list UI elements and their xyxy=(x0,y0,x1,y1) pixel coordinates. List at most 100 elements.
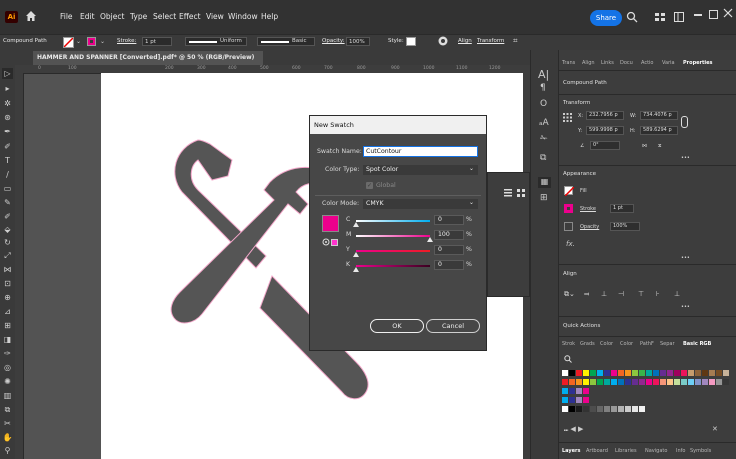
swatch[interactable] xyxy=(632,370,638,376)
fill-swatch[interactable] xyxy=(564,186,574,196)
swatch[interactable] xyxy=(597,370,603,376)
tab-variables[interactable]: Varia xyxy=(662,60,675,66)
paragraph-panel-icon[interactable]: ¶ xyxy=(540,83,546,93)
swatch[interactable] xyxy=(660,379,666,385)
yellow-input[interactable]: 0 xyxy=(434,245,464,255)
swatch[interactable] xyxy=(646,370,652,376)
brushes-panel-icon[interactable]: ✁ xyxy=(540,134,548,144)
recolor-icon[interactable] xyxy=(438,36,448,46)
swatch[interactable] xyxy=(562,370,568,376)
y-input[interactable]: 599.9998 p xyxy=(586,126,624,135)
pen-tool-icon[interactable]: ✒ xyxy=(2,126,13,137)
align-link[interactable]: Align xyxy=(458,38,472,44)
swatch[interactable] xyxy=(583,397,589,403)
cyan-slider-track[interactable] xyxy=(356,220,430,222)
artboard-tool-icon[interactable]: ⧉ xyxy=(2,404,13,415)
more-options-icon[interactable]: ••• xyxy=(681,304,690,310)
swatches-panel-icon[interactable]: ▦ xyxy=(538,177,551,188)
swatch[interactable] xyxy=(562,388,568,394)
more-options-icon[interactable]: ••• xyxy=(681,255,690,261)
swatch[interactable] xyxy=(569,406,575,412)
swatch[interactable] xyxy=(562,397,568,403)
swatch[interactable] xyxy=(576,370,582,376)
stroke-weight-field[interactable]: 1 pt xyxy=(142,37,172,46)
tab-transform[interactable]: Trans xyxy=(562,60,575,66)
flip-horizontal-icon[interactable]: ⋈ xyxy=(642,143,647,149)
menu-object[interactable]: Object xyxy=(100,12,124,21)
tab-layers[interactable]: Layers xyxy=(562,448,581,454)
tab-align[interactable]: Align xyxy=(582,60,595,66)
swatch[interactable] xyxy=(653,379,659,385)
swatch[interactable] xyxy=(653,370,659,376)
x-input[interactable]: 232.7956 p xyxy=(586,111,624,120)
w-input[interactable]: 734.4076 p xyxy=(640,111,678,120)
opacity-label[interactable]: Opacity: xyxy=(322,38,345,44)
swatch[interactable] xyxy=(583,406,589,412)
shaper-tool-icon[interactable]: ✐ xyxy=(2,211,13,222)
stroke-weight-input[interactable]: 1 pt xyxy=(610,204,634,213)
scale-tool-icon[interactable]: ⤢ xyxy=(2,250,13,261)
tab-symbols[interactable]: Symbols xyxy=(690,448,711,454)
opacity-field[interactable]: 100% xyxy=(346,37,370,46)
swatch[interactable] xyxy=(583,379,589,385)
swatch[interactable] xyxy=(597,406,603,412)
tab-pathfinder[interactable]: PathF xyxy=(640,341,654,347)
glyphs-panel-icon[interactable]: ₐA xyxy=(539,118,549,128)
menu-help[interactable]: Help xyxy=(261,12,278,21)
align-left-icon[interactable]: ⫤ xyxy=(584,290,589,299)
lasso-icon[interactable]: ⊛ xyxy=(2,112,13,123)
swatch[interactable] xyxy=(576,406,582,412)
opentype-panel-icon[interactable]: O xyxy=(540,99,547,109)
tab-color[interactable]: Color xyxy=(600,341,613,347)
isolate-icon[interactable]: ⌗ xyxy=(513,36,518,46)
tab-color-guide[interactable]: Color xyxy=(620,341,633,347)
align-to-icon[interactable]: ⧉⌄ xyxy=(564,290,575,299)
brush-definition[interactable]: Basic xyxy=(257,37,315,46)
swatch[interactable] xyxy=(660,370,666,376)
reference-point-icon[interactable] xyxy=(563,113,572,122)
swatch[interactable] xyxy=(667,370,673,376)
black-slider-track[interactable] xyxy=(356,265,430,267)
cyan-slider-thumb[interactable] xyxy=(353,222,359,227)
search-icon[interactable] xyxy=(626,11,638,23)
tab-properties[interactable]: Properties xyxy=(683,60,712,66)
color-mode-dropdown[interactable]: CMYK ⌄ xyxy=(363,199,478,209)
search-icon[interactable] xyxy=(564,355,572,363)
type-tool-icon[interactable]: T xyxy=(2,155,13,166)
grid-view-icon[interactable] xyxy=(517,189,525,197)
selection-tool-icon[interactable]: ▷ xyxy=(2,68,13,79)
swatch[interactable] xyxy=(688,370,694,376)
magenta-slider-track[interactable] xyxy=(356,235,430,237)
swatch[interactable] xyxy=(632,406,638,412)
tab-links[interactable]: Links xyxy=(601,60,614,66)
h-input[interactable]: 589.6294 p xyxy=(640,126,678,135)
magenta-slider-thumb[interactable] xyxy=(427,237,433,242)
swatch[interactable] xyxy=(590,379,596,385)
document-tab[interactable]: HAMMER AND SPANNER [Converted].pdf* @ 50… xyxy=(33,51,263,75)
swatch[interactable] xyxy=(716,379,722,385)
swatch[interactable] xyxy=(625,370,631,376)
symbols-panel-icon[interactable]: ⧉ xyxy=(540,153,546,163)
menu-edit[interactable]: Edit xyxy=(80,12,95,21)
swatch[interactable] xyxy=(639,406,645,412)
minimize-icon[interactable] xyxy=(694,14,702,16)
line-tool-icon[interactable]: ∕ xyxy=(2,169,13,180)
mesh-tool-icon[interactable]: ⊞ xyxy=(2,320,13,331)
swatch[interactable] xyxy=(569,379,575,385)
tab-stroke[interactable]: Strok xyxy=(562,341,575,347)
swatch[interactable] xyxy=(632,379,638,385)
direct-selection-tool-icon[interactable]: ▸ xyxy=(2,83,13,94)
slice-tool-icon[interactable]: ✂ xyxy=(2,418,13,429)
swatch[interactable] xyxy=(618,379,624,385)
menu-window[interactable]: Window xyxy=(228,12,258,21)
chevron-down-icon[interactable]: ⌄ xyxy=(100,38,105,45)
yellow-slider-track[interactable] xyxy=(356,250,430,252)
tab-info[interactable]: Info xyxy=(676,448,685,454)
libraries-icon[interactable]: ⑉ ◀ ▶ xyxy=(564,425,583,433)
menu-view[interactable]: View xyxy=(206,12,224,21)
swatch[interactable] xyxy=(611,379,617,385)
swatch[interactable] xyxy=(562,379,568,385)
swatch[interactable] xyxy=(597,379,603,385)
cyan-input[interactable]: 0 xyxy=(434,215,464,225)
swatch[interactable] xyxy=(618,406,624,412)
